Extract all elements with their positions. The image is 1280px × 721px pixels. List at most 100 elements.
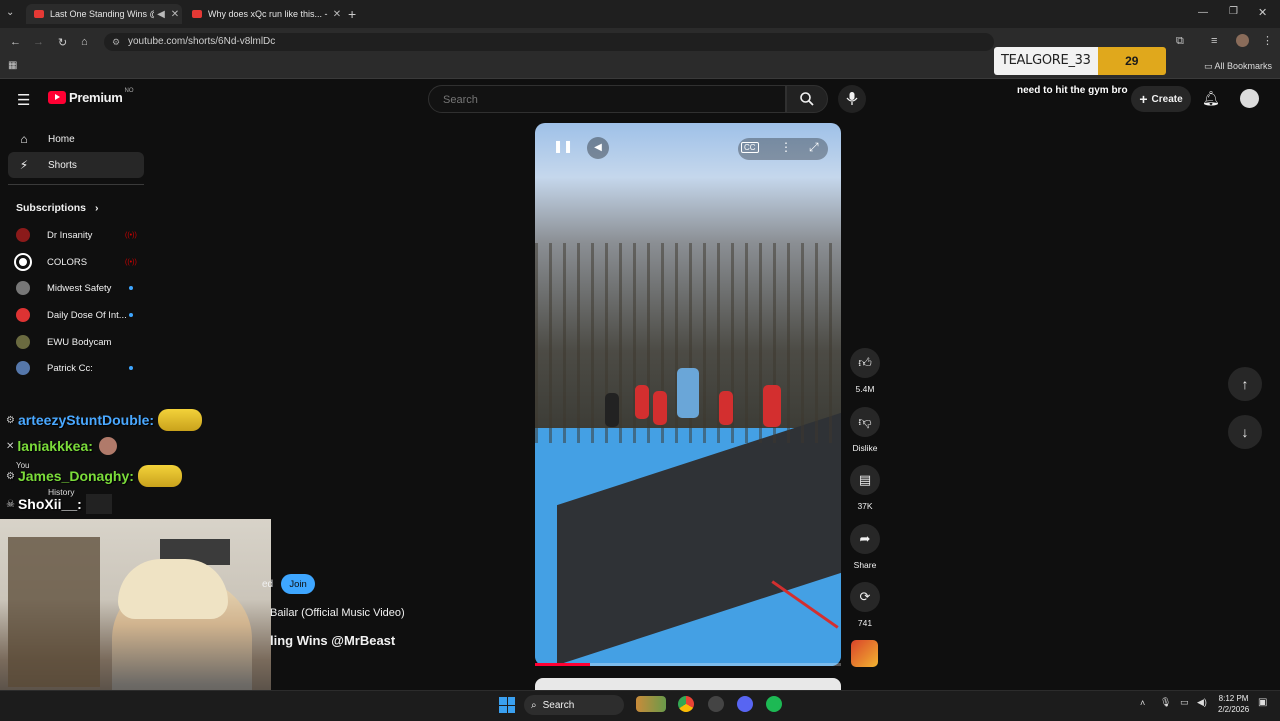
microphone-icon [846, 92, 858, 105]
fullscreen-icon[interactable]: ⤢ [809, 140, 819, 155]
taskbar-search[interactable]: ⌕ Search [524, 695, 624, 715]
remix-button[interactable]: ⟳ 741 [846, 582, 884, 628]
tray-overflow-icon[interactable]: ˄ [1140, 698, 1145, 708]
tab-active[interactable]: Last One Standing Wins @ ◀ ✕ [26, 4, 182, 24]
music-track-label[interactable]: Bailar (Official Music Video) [270, 607, 405, 619]
discord-app-icon[interactable] [737, 696, 753, 712]
widget-icon[interactable] [636, 696, 666, 712]
country-code: NO [124, 87, 134, 94]
browser-menu-icon[interactable]: ⋮ [1262, 34, 1273, 47]
obs-app-icon[interactable] [708, 696, 724, 712]
windows-start-icon[interactable] [499, 697, 515, 713]
subscription-item[interactable]: Dr Insanity ((•)) [16, 225, 137, 245]
subscription-item[interactable]: Patrick Cc: [16, 358, 133, 378]
search-input[interactable] [441, 93, 745, 107]
notification-center-icon[interactable]: ▣ [1258, 697, 1267, 708]
sidebar-item-label: Shorts [48, 159, 77, 171]
voice-search-button[interactable] [838, 85, 866, 113]
comments-button[interactable]: ▤ 37K [846, 465, 884, 511]
sub-alert-badge: TEALGORE_33 29 MONTHS [994, 47, 1166, 75]
account-avatar[interactable] [1240, 89, 1259, 108]
tab-audio-icon[interactable]: ◀ [154, 9, 168, 20]
extensions-icon[interactable]: ⧉ [1176, 35, 1184, 48]
all-bookmarks-button[interactable]: ▭ All Bookmarks [1204, 61, 1272, 72]
profile-avatar-icon[interactable] [1236, 34, 1249, 47]
taskbar-clock[interactable]: 8:12 PM 2/2/2026 [1218, 693, 1249, 715]
video-progress-bar[interactable] [535, 663, 841, 666]
media-control-icon[interactable]: ≡ [1211, 35, 1217, 47]
tab-close-icon[interactable]: ✕ [330, 9, 344, 20]
like-count: 5.4M [855, 384, 875, 394]
maximize-icon[interactable]: ❐ [1229, 6, 1238, 17]
chat-badge-icon: ☠ [6, 498, 15, 510]
share-button[interactable]: ➦ Share [846, 524, 884, 570]
sidebar-item-home[interactable]: ⌂ Home [8, 126, 144, 152]
channel-name-fragment: ed [262, 578, 274, 590]
subscription-item[interactable]: Midwest Safety [16, 278, 133, 298]
create-label: Create [1151, 93, 1183, 105]
pause-icon[interactable]: ❚❚ [553, 139, 573, 157]
subscription-item[interactable]: COLORS ((•)) [14, 252, 137, 272]
search-box[interactable] [428, 85, 786, 113]
tray-network-icon[interactable]: ▭ [1180, 697, 1189, 708]
more-options-icon[interactable]: ⋮ [780, 140, 792, 154]
minimize-icon[interactable]: — [1198, 7, 1208, 18]
youtube-play-icon [48, 91, 66, 104]
like-button[interactable]: 👍︎ 5.4M [846, 348, 884, 394]
join-button[interactable]: Join [281, 574, 316, 594]
previous-short-button[interactable]: ↑ [1228, 367, 1262, 401]
subscriptions-heading[interactable]: Subscriptions › [16, 202, 98, 214]
shorts-video-player[interactable]: ❚❚ ◀ CC ⋮ ⤢ [535, 123, 841, 666]
channel-avatar [16, 228, 30, 242]
subscriptions-label: Subscriptions [16, 202, 87, 214]
apps-grid-icon[interactable]: ▦ [8, 60, 17, 71]
chrome-app-icon[interactable] [678, 696, 694, 712]
channel-avatar [16, 361, 30, 375]
tray-mic-icon[interactable]: 🎙︎ [1160, 697, 1171, 708]
search-icon: ⌕ [531, 699, 537, 711]
youtube-favicon-icon [192, 10, 202, 18]
sidebar-item-shorts[interactable]: ⚡︎ Shorts [8, 152, 144, 178]
reload-icon[interactable]: ↻ [58, 36, 67, 49]
search-button[interactable] [786, 85, 828, 113]
chat-username: ShoXii__: [17, 496, 82, 512]
video-runner [719, 391, 733, 425]
sound-thumbnail[interactable] [851, 640, 878, 667]
captions-icon[interactable]: CC [741, 142, 759, 153]
overlay-message: need to hit the gym bro [1017, 85, 1128, 96]
hamburger-menu-icon[interactable]: ☰ [17, 91, 30, 109]
share-label: Share [853, 560, 877, 570]
sidebar-divider [8, 184, 144, 185]
tab-close-icon[interactable]: ✕ [168, 9, 182, 20]
create-button[interactable]: + Create [1131, 86, 1191, 112]
chat-message: ⚙ James_Donaghy: [6, 465, 182, 487]
tab-search-icon[interactable]: ⌄ [6, 7, 14, 18]
youtube-logo[interactable]: Premium NO [48, 87, 134, 105]
channel-name: Patrick Cc: [47, 362, 93, 374]
new-tab-plus-icon[interactable]: + [348, 6, 356, 22]
tab-inactive[interactable]: Why does xQc run like this... - Y ✕ [184, 4, 344, 24]
clock-date: 2/2/2026 [1218, 705, 1250, 714]
share-arrow-icon: ➦ [850, 524, 880, 554]
volume-icon[interactable]: ◀ [587, 137, 609, 159]
site-info-icon[interactable]: ⚙ [112, 33, 120, 51]
tab-title: Last One Standing Wins @ [50, 9, 154, 19]
chat-message: ☠ ShoXii__: [6, 494, 112, 514]
next-short-preview[interactable] [535, 678, 841, 690]
tray-volume-icon[interactable]: ◀) [1197, 697, 1207, 708]
home-browser-icon[interactable]: ⌂ [81, 36, 88, 48]
next-short-button[interactable]: ↓ [1228, 415, 1262, 449]
notifications-bell-icon[interactable]: 🔔︎ [1202, 90, 1220, 107]
spotify-app-icon[interactable] [766, 696, 782, 712]
dislike-button[interactable]: 👎︎ Dislike [846, 407, 884, 453]
live-indicator-icon: ((•)) [125, 258, 137, 266]
forward-arrow-icon[interactable]: → [33, 36, 44, 48]
channel-row: ed Join [262, 574, 316, 594]
back-arrow-icon[interactable]: ← [10, 36, 21, 48]
subscription-item[interactable]: EWU Bodycam [16, 332, 111, 352]
url-field[interactable]: ⚙ youtube.com/shorts/6Nd-v8lmlDc [104, 33, 994, 51]
window-close-icon[interactable]: ✕ [1258, 6, 1267, 19]
arrow-up-icon: ↑ [1241, 376, 1249, 392]
new-content-dot [129, 286, 133, 290]
subscription-item[interactable]: Daily Dose Of Int... [16, 305, 133, 325]
